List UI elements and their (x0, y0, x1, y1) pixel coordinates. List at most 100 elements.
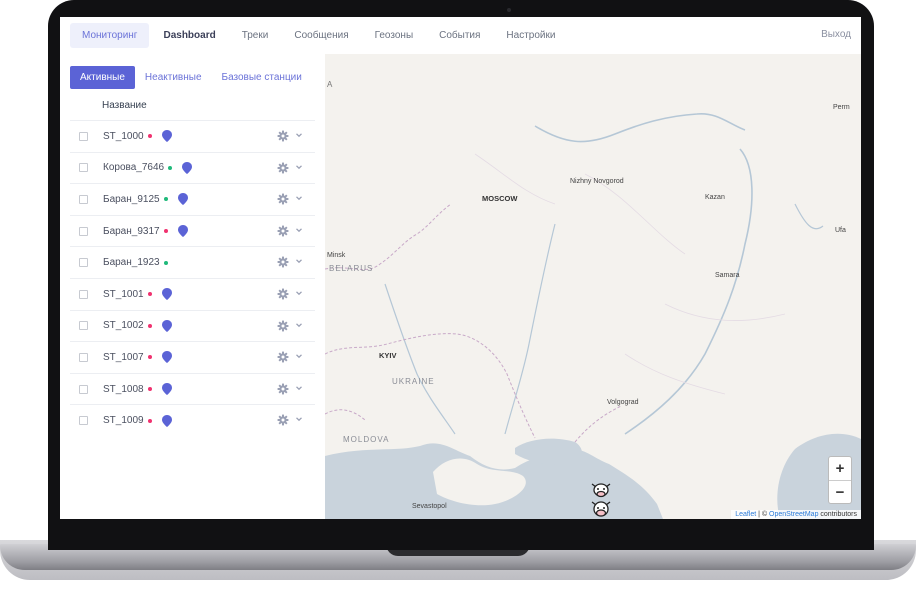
table-row[interactable]: ST_1008 (70, 372, 315, 405)
map-label-kyiv: KYIV (379, 351, 397, 360)
zoom-out-button[interactable]: − (829, 481, 851, 504)
row-name: Баран_9317 (103, 225, 160, 237)
gear-icon[interactable] (277, 414, 289, 426)
chevron-down-icon[interactable] (295, 415, 303, 423)
row-name: ST_1001 (103, 288, 144, 300)
nav-item-dashboard[interactable]: Dashboard (151, 23, 227, 48)
row-name: Корова_7646 (103, 162, 165, 174)
map[interactable]: А Perm Nizhny Novgorod Kazan MOSCOW Ufa … (325, 54, 861, 519)
top-navigation: Мониторинг Dashboard Треки Сообщения Гео… (60, 17, 861, 54)
chevron-down-icon[interactable] (295, 384, 303, 392)
row-checkbox[interactable] (79, 384, 88, 394)
row-name: ST_1009 (103, 415, 144, 427)
map-attribution: Leaflet | © OpenStreetMap contributors (731, 510, 861, 519)
row-name: ST_1000 (103, 130, 144, 142)
zoom-in-button[interactable]: + (829, 457, 851, 481)
gear-icon[interactable] (277, 256, 289, 268)
gear-icon[interactable] (277, 351, 289, 363)
status-dot (168, 165, 173, 170)
nav-item-monitoring[interactable]: Мониторинг (70, 23, 150, 48)
attribution-separator: | © (756, 511, 770, 518)
gear-icon[interactable] (277, 130, 289, 142)
row-name: ST_1002 (103, 320, 144, 332)
table-row[interactable]: Баран_9125 (70, 183, 315, 215)
location-pin-icon[interactable] (182, 161, 193, 174)
map-label-belarus: BELARUS (329, 264, 374, 273)
row-checkbox[interactable] (79, 258, 88, 268)
row-checkbox[interactable] (79, 226, 88, 236)
chevron-down-icon[interactable] (295, 163, 303, 171)
camera-icon (507, 8, 511, 12)
status-dot (147, 355, 152, 360)
row-checkbox[interactable] (79, 289, 88, 299)
chevron-down-icon[interactable] (295, 194, 303, 202)
chevron-down-icon[interactable] (295, 131, 303, 139)
chevron-down-icon[interactable] (295, 289, 303, 297)
gear-icon[interactable] (277, 193, 289, 205)
row-checkbox[interactable] (79, 163, 88, 173)
map-label-moldova: MOLDOVA (343, 435, 390, 444)
table-row[interactable]: Баран_1923 (70, 246, 315, 278)
status-dot (147, 134, 152, 139)
gear-icon[interactable] (277, 383, 289, 395)
gear-icon[interactable] (277, 162, 289, 174)
map-label-edge: А (327, 80, 333, 89)
map-label-minsk: Minsk (327, 252, 346, 259)
table-row[interactable]: ST_1001 (70, 277, 315, 310)
osm-link[interactable]: OpenStreetMap (769, 511, 818, 518)
row-checkbox[interactable] (79, 194, 88, 204)
table-row[interactable]: Корова_7646 (70, 151, 315, 184)
cow-marker-icon[interactable] (588, 478, 614, 519)
table-row[interactable]: ST_1002 (70, 309, 315, 342)
objects-panel: Активные Неактивные Базовые станции Назв… (60, 54, 325, 519)
tab-inactive[interactable]: Неактивные (135, 66, 212, 89)
app-screen: Мониторинг Dashboard Треки Сообщения Гео… (60, 17, 861, 519)
table-row[interactable]: ST_1007 (70, 341, 315, 373)
leaflet-link[interactable]: Leaflet (735, 511, 756, 518)
row-name: ST_1008 (103, 383, 144, 395)
nav-item-tracks[interactable]: Треки (230, 23, 281, 48)
location-pin-icon[interactable] (161, 288, 172, 301)
row-checkbox[interactable] (79, 352, 88, 362)
gear-icon[interactable] (277, 225, 289, 237)
chevron-down-icon[interactable] (295, 352, 303, 360)
gear-icon[interactable] (277, 320, 289, 332)
laptop-bezel-bottom (48, 519, 874, 550)
objects-list: ST_1000 Корова_7646 Баран_9125 Баран_9317 Ба… (70, 120, 315, 436)
chevron-down-icon[interactable] (295, 226, 303, 234)
status-dot (147, 387, 152, 392)
status-dot (163, 260, 168, 265)
row-checkbox[interactable] (79, 416, 88, 426)
status-dot (147, 292, 152, 297)
row-checkbox[interactable] (79, 321, 88, 331)
gear-icon[interactable] (277, 288, 289, 300)
location-pin-icon[interactable] (161, 319, 172, 332)
location-pin-icon[interactable] (161, 351, 172, 364)
status-dot (163, 229, 168, 234)
chevron-down-icon[interactable] (295, 321, 303, 329)
table-row[interactable]: ST_1009 (70, 404, 315, 436)
tab-base-stations[interactable]: Базовые станции (212, 66, 312, 89)
map-label-kazan: Kazan (705, 194, 725, 201)
location-pin-icon[interactable] (177, 225, 188, 238)
row-name: Баран_9125 (103, 193, 160, 205)
map-label-perm: Perm (833, 104, 850, 111)
location-pin-icon[interactable] (161, 383, 172, 396)
chevron-down-icon[interactable] (295, 257, 303, 265)
tab-active[interactable]: Активные (70, 66, 135, 89)
table-row[interactable]: Баран_9317 (70, 214, 315, 247)
row-name: Баран_1923 (103, 257, 160, 269)
location-pin-icon[interactable] (177, 193, 188, 206)
logout-link[interactable]: Выход (821, 29, 851, 40)
location-pin-icon[interactable] (161, 130, 172, 143)
nav-item-messages[interactable]: Сообщения (282, 23, 360, 48)
row-checkbox[interactable] (79, 131, 88, 141)
nav-item-events[interactable]: События (427, 23, 492, 48)
table-row[interactable]: ST_1000 (70, 120, 315, 152)
map-label-moscow: MOSCOW (482, 194, 518, 203)
location-pin-icon[interactable] (161, 414, 172, 427)
nav-item-geozones[interactable]: Геозоны (363, 23, 426, 48)
status-dot (163, 197, 168, 202)
column-header-name: Название (102, 100, 147, 111)
nav-item-settings[interactable]: Настройки (494, 23, 567, 48)
